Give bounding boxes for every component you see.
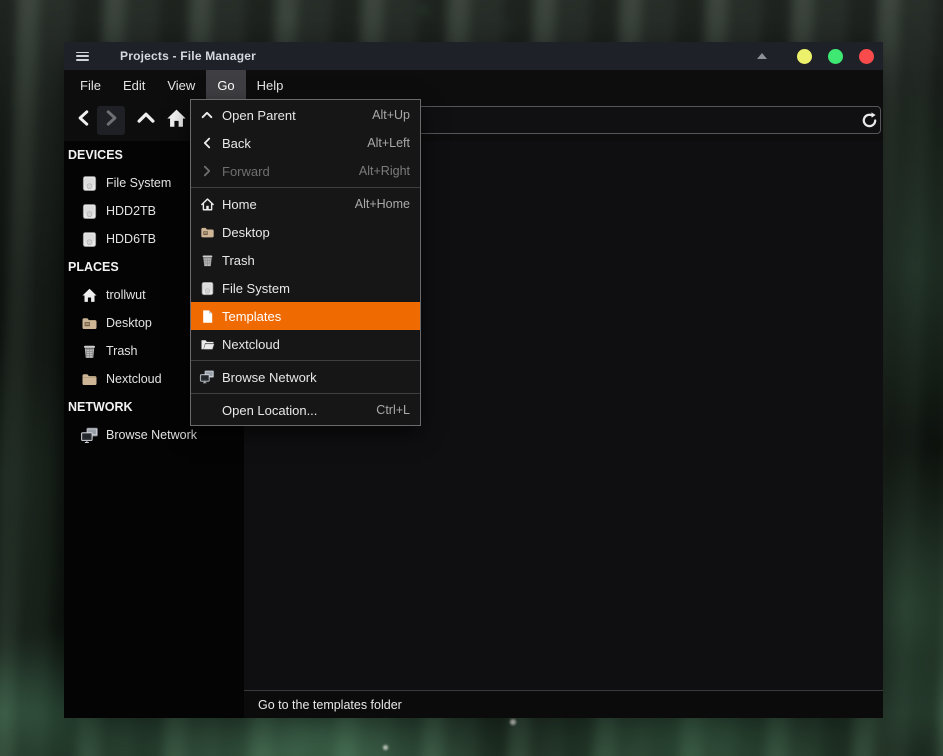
bokeh-light: [510, 719, 516, 725]
network-icon: [199, 369, 215, 385]
menu-item-label: Browse Network: [222, 370, 398, 385]
menu-item-label: Open Parent: [222, 108, 360, 123]
menu-separator: [191, 360, 420, 361]
chevron-left-icon: [75, 109, 93, 132]
go-menu-item-home[interactable]: Home Alt+Home: [191, 190, 420, 218]
go-menu-item-trash[interactable]: Trash: [191, 246, 420, 274]
shade-triangle-icon[interactable]: [757, 53, 767, 59]
toolbar: [64, 101, 883, 141]
menu-item-accel: Alt+Right: [359, 164, 410, 178]
sidebar-item-label: HDD2TB: [106, 204, 156, 218]
up-button[interactable]: [132, 106, 160, 135]
chevron-up-icon: [136, 108, 156, 133]
drive-icon: [80, 230, 99, 249]
statusbar: Go to the templates folder: [244, 690, 883, 718]
menu-item-label: Open Location...: [222, 403, 364, 418]
home-icon: [199, 196, 215, 212]
menu-separator: [191, 187, 420, 188]
go-menu-item-browse-network[interactable]: Browse Network: [191, 363, 420, 391]
sidebar-item-label: File System: [106, 176, 171, 190]
go-menu-item-open-location[interactable]: Open Location... Ctrl+L: [191, 396, 420, 424]
go-menu-item-nextcloud[interactable]: Nextcloud: [191, 330, 420, 358]
sidebar-item-label: Trash: [106, 344, 138, 358]
go-menu-item-desktop[interactable]: Desktop: [191, 218, 420, 246]
menu-item-label: File System: [222, 281, 398, 296]
reload-icon: [860, 117, 879, 134]
go-menu-item-back[interactable]: Back Alt+Left: [191, 129, 420, 157]
sidebar-item-label: Nextcloud: [106, 372, 162, 386]
window-content: DEVICES File System HDD2TB: [64, 141, 883, 718]
menu-item-spacer: [199, 402, 215, 418]
go-menu-item-templates[interactable]: Templates: [191, 302, 420, 330]
go-menu-item-forward[interactable]: Forward Alt+Right: [191, 157, 420, 185]
menu-item-accel: Alt+Up: [372, 108, 410, 122]
home-icon: [166, 108, 187, 134]
titlebar: Projects - File Manager: [64, 42, 883, 70]
drive-icon: [80, 202, 99, 221]
menubar: File Edit View Go Help: [64, 70, 883, 101]
folder-icon: [80, 370, 99, 389]
drive-icon: [199, 280, 215, 296]
menu-edit[interactable]: Edit: [112, 70, 156, 101]
trash-icon: [80, 342, 99, 361]
home-icon: [80, 286, 99, 305]
menu-item-accel: Alt+Home: [355, 197, 410, 211]
chevron-up-icon: [199, 107, 215, 123]
sidebar-item-label: trollwut: [106, 288, 146, 302]
desktop: Projects - File Manager File Edit View G…: [0, 0, 943, 756]
go-menu-item-open-parent[interactable]: Open Parent Alt+Up: [191, 101, 420, 129]
menu-item-label: Nextcloud: [222, 337, 398, 352]
menu-item-label: Trash: [222, 253, 398, 268]
window-title: Projects - File Manager: [120, 49, 256, 63]
menu-file[interactable]: File: [69, 70, 112, 101]
desktop-folder-icon: [80, 314, 99, 333]
menu-item-label: Home: [222, 197, 343, 212]
close-button[interactable]: [859, 49, 874, 64]
sidebar-item-label: Desktop: [106, 316, 152, 330]
go-menu-popup: Open Parent Alt+Up Back Alt+Left Forward…: [190, 99, 421, 426]
chevron-left-icon: [199, 135, 215, 151]
menu-help[interactable]: Help: [246, 70, 295, 101]
maximize-button[interactable]: [828, 49, 843, 64]
go-menu-item-file-system[interactable]: File System: [191, 274, 420, 302]
sidebar-item-label: Browse Network: [106, 428, 197, 442]
chevron-right-icon: [199, 163, 215, 179]
folder-open-icon: [199, 336, 215, 352]
hamburger-menu-icon[interactable]: [76, 52, 89, 61]
menu-item-accel: Alt+Left: [367, 136, 410, 150]
menu-item-accel: Ctrl+L: [376, 403, 410, 417]
chevron-right-icon: [102, 109, 120, 132]
menu-item-label: Templates: [222, 309, 398, 324]
trash-icon: [199, 252, 215, 268]
forward-button[interactable]: [97, 106, 125, 135]
menu-go[interactable]: Go: [206, 70, 245, 101]
window-controls: [757, 42, 874, 70]
desktop-folder-icon: [199, 224, 215, 240]
sidebar-item-label: HDD6TB: [106, 232, 156, 246]
network-icon: [80, 426, 99, 445]
document-icon: [199, 308, 215, 324]
home-button[interactable]: [162, 106, 190, 135]
back-button[interactable]: [70, 106, 98, 135]
minimize-button[interactable]: [797, 49, 812, 64]
menu-item-label: Forward: [222, 164, 347, 179]
drive-icon: [80, 174, 99, 193]
reload-button[interactable]: [860, 111, 879, 130]
statusbar-text: Go to the templates folder: [258, 698, 402, 712]
menu-separator: [191, 393, 420, 394]
menu-item-label: Desktop: [222, 225, 398, 240]
file-manager-window: Projects - File Manager File Edit View G…: [64, 42, 883, 718]
menu-view[interactable]: View: [156, 70, 206, 101]
menu-item-label: Back: [222, 136, 355, 151]
bokeh-light: [383, 745, 388, 750]
